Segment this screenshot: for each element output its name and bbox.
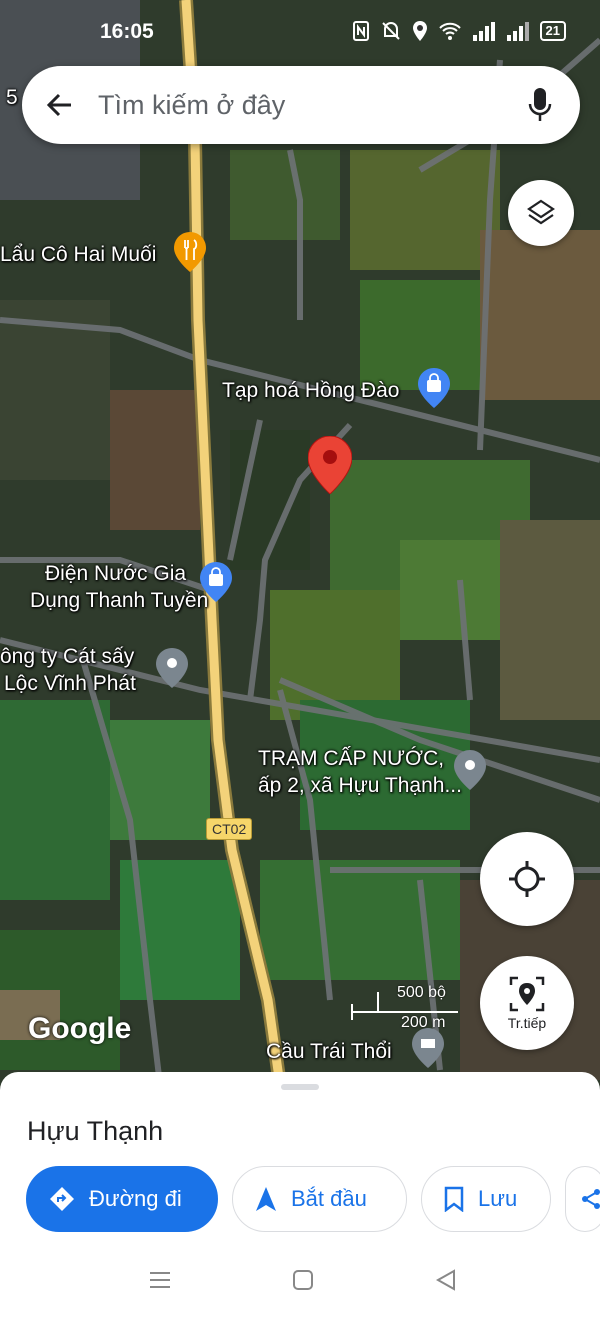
navigate-label: Tr.tiếp: [507, 1015, 547, 1031]
layers-button[interactable]: [508, 180, 574, 246]
microphone-icon: [528, 88, 552, 121]
navigation-pin-icon: [509, 976, 545, 1012]
status-time: 16:05: [100, 20, 154, 43]
home-icon[interactable]: [291, 1268, 315, 1292]
nfc-icon: [352, 21, 369, 41]
shopping-pin-icon[interactable]: [418, 368, 450, 408]
mute-icon: [381, 22, 400, 40]
voice-search-button[interactable]: [500, 66, 580, 144]
battery-level: 21: [539, 21, 566, 41]
scale-metric: 200 m: [401, 1014, 446, 1031]
signal-icon: [506, 22, 529, 41]
company-label-line2[interactable]: Lộc Vĩnh Phát: [4, 672, 136, 696]
restaurant-pin-icon[interactable]: [174, 232, 206, 272]
appliance-label-line1[interactable]: Điện Nước Gia: [45, 562, 186, 586]
sheet-drag-handle[interactable]: [281, 1084, 319, 1090]
search-bar[interactable]: [22, 66, 580, 144]
bridge-label[interactable]: Cầu Trái Thổi: [266, 1040, 392, 1064]
share-button[interactable]: [565, 1166, 600, 1232]
place-title: Hựu Thạnh: [27, 1116, 164, 1146]
save-button[interactable]: Lưu: [421, 1166, 551, 1232]
map-label-edge: 5: [6, 86, 18, 109]
water-station-label-line1[interactable]: TRẠM CẤP NƯỚC,: [258, 747, 444, 771]
system-navigation-bar: [0, 1250, 600, 1319]
back-nav-icon[interactable]: [434, 1268, 458, 1292]
my-location-button[interactable]: [480, 832, 574, 926]
arrow-back-icon: [46, 93, 71, 117]
search-input[interactable]: [98, 89, 500, 121]
directions-button[interactable]: Đường đi: [26, 1166, 218, 1232]
map-scale: 500 bộ 200 m: [350, 982, 460, 1034]
location-icon: [412, 21, 427, 41]
google-logo: Google: [28, 1012, 132, 1045]
crosshair-icon: [509, 861, 545, 897]
bookmark-icon: [444, 1186, 464, 1212]
directions-icon: [50, 1187, 74, 1211]
restaurant-label[interactable]: Lẩu Cô Hai Muối: [0, 243, 156, 267]
recent-apps-icon[interactable]: [148, 1268, 172, 1292]
save-label: Lưu: [478, 1186, 518, 1211]
share-icon: [582, 1189, 600, 1209]
layers-icon: [527, 199, 555, 225]
signal-icon: [472, 22, 495, 41]
company-label-line1[interactable]: ông ty Cát sấy: [0, 645, 134, 669]
back-button[interactable]: [22, 66, 98, 144]
shopping-pin-icon[interactable]: [200, 562, 232, 602]
location-pin-icon[interactable]: [308, 436, 352, 494]
directions-label: Đường đi: [89, 1186, 182, 1211]
scale-imperial: 500 bộ: [397, 984, 446, 1001]
start-button[interactable]: Bắt đầu: [232, 1166, 407, 1232]
grocery-label[interactable]: Tạp hoá Hồng Đào: [222, 379, 399, 403]
place-pin-icon[interactable]: [454, 750, 486, 790]
navigate-button[interactable]: Tr.tiếp: [480, 956, 574, 1050]
status-icons: 21: [352, 20, 566, 42]
place-actions: Đường đi Bắt đầu Lưu: [26, 1166, 600, 1232]
place-pin-icon[interactable]: [156, 648, 188, 688]
water-station-label-line2[interactable]: ấp 2, xã Hựu Thạnh...: [258, 774, 462, 798]
wifi-icon: [438, 22, 461, 40]
road-shield: CT02: [206, 818, 253, 840]
navigation-arrow-icon: [256, 1187, 276, 1211]
place-bottom-sheet[interactable]: Hựu Thạnh Đường đi Bắt đầu Lưu: [0, 1072, 600, 1250]
appliance-label-line2[interactable]: Dụng Thanh Tuyền: [30, 589, 208, 613]
start-label: Bắt đầu: [291, 1186, 367, 1211]
place-pin-icon[interactable]: [412, 1028, 444, 1068]
status-bar: 16:05 21: [0, 0, 600, 64]
